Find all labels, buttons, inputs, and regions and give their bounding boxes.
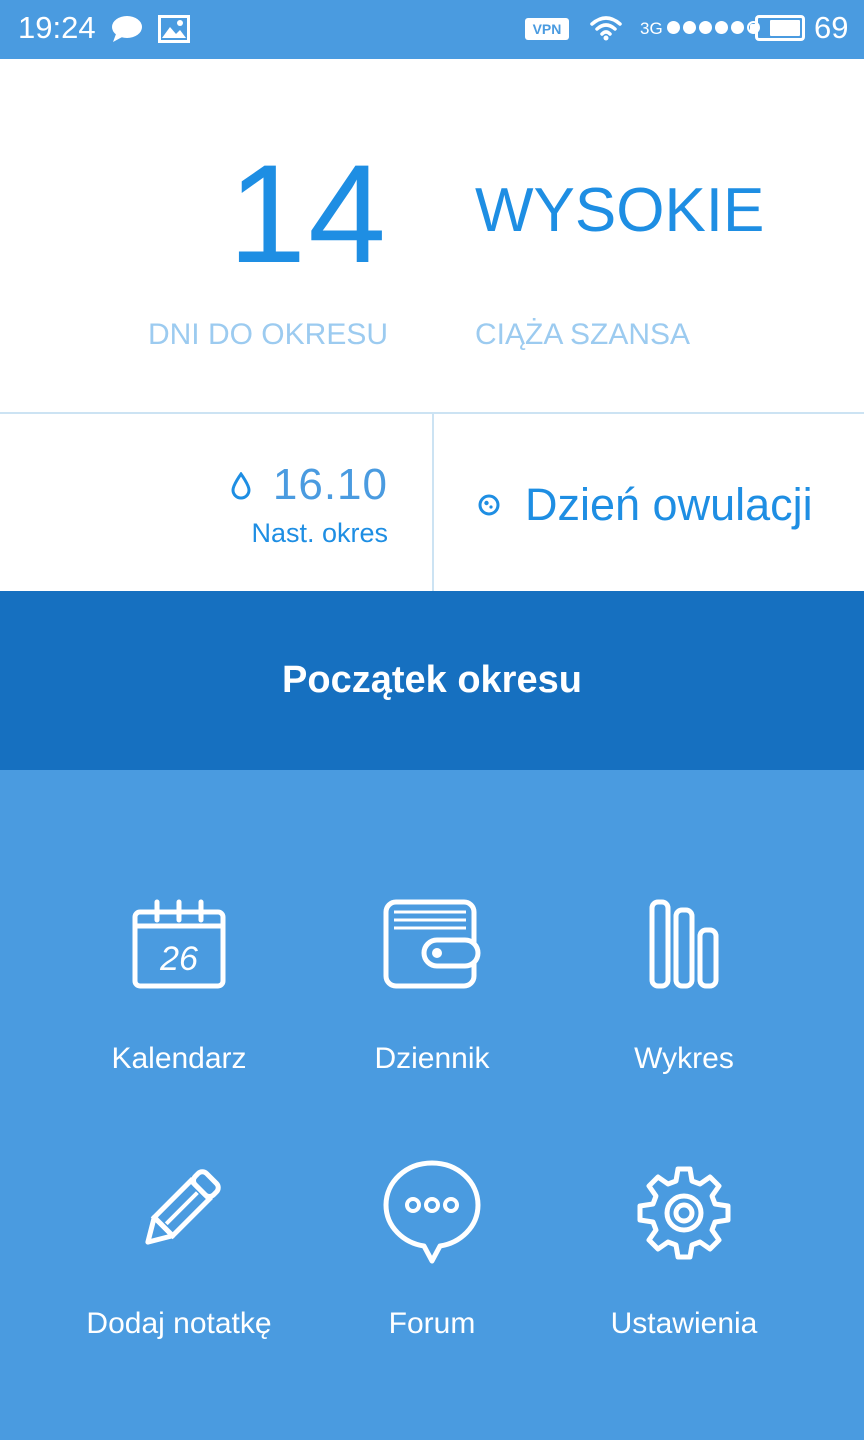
battery-level: 69: [814, 10, 849, 45]
vertical-divider: [432, 414, 434, 591]
status-bar: 19:24 VPN 3G 69: [0, 0, 864, 59]
vpn-badge: VPN: [525, 18, 569, 40]
menu-item-label: Wykres: [634, 1042, 734, 1075]
menu-item-settings[interactable]: Ustawienia: [559, 1155, 809, 1385]
calendar-icon: 26: [132, 899, 226, 989]
settings-gear-icon: [637, 1166, 731, 1260]
menu-item-label: Kalendarz: [111, 1042, 247, 1075]
image-icon: [158, 15, 190, 43]
signal-strength-icon: [667, 21, 760, 34]
period-start-button[interactable]: Początek okresu: [0, 591, 864, 770]
forum-icon: [383, 1160, 481, 1264]
menu-item-label: Ustawienia: [610, 1307, 758, 1340]
network-type: 3G: [640, 19, 663, 38]
drop-icon: [231, 472, 251, 500]
cycle-summary: 14 DNI DO OKRESU WYSOKIE CIĄŻA SZANSA: [0, 59, 864, 413]
menu-item-label: Dziennik: [374, 1042, 490, 1075]
days-until-period-label: DNI DO OKRESU: [147, 318, 388, 351]
status-time: 19:24: [18, 10, 96, 45]
pencil-icon: [145, 1169, 221, 1245]
ovulation-icon: [478, 494, 500, 516]
days-until-period-value: 14: [228, 135, 388, 292]
diary-icon: [383, 899, 481, 989]
menu-item-add-note[interactable]: Dodaj notatkę: [54, 1155, 304, 1385]
menu-item-calendar[interactable]: 26 Kalendarz: [54, 880, 304, 1110]
chart-icon: [649, 899, 719, 989]
ovulation-day-label: Dzień owulacji: [525, 479, 813, 530]
chat-bubble-icon: [112, 16, 142, 42]
menu-item-label: Dodaj notatkę: [86, 1307, 272, 1340]
next-period-date: 16.10: [272, 460, 388, 509]
pregnancy-chance-value: WYSOKIE: [475, 176, 765, 245]
menu-item-diary[interactable]: Dziennik: [307, 880, 557, 1110]
calendar-day-number: 26: [159, 940, 198, 978]
main-menu-grid: 26 Kalendarz Dziennik Wykres Dodaj notat…: [0, 770, 864, 1440]
menu-item-chart[interactable]: Wykres: [559, 880, 809, 1110]
wifi-icon: [590, 16, 622, 41]
pregnancy-chance-label: CIĄŻA SZANSA: [475, 318, 691, 351]
next-period-label: Nast. okres: [251, 518, 388, 548]
menu-item-label: Forum: [388, 1307, 476, 1340]
battery-icon: [750, 15, 805, 41]
menu-item-forum[interactable]: Forum: [307, 1155, 557, 1385]
